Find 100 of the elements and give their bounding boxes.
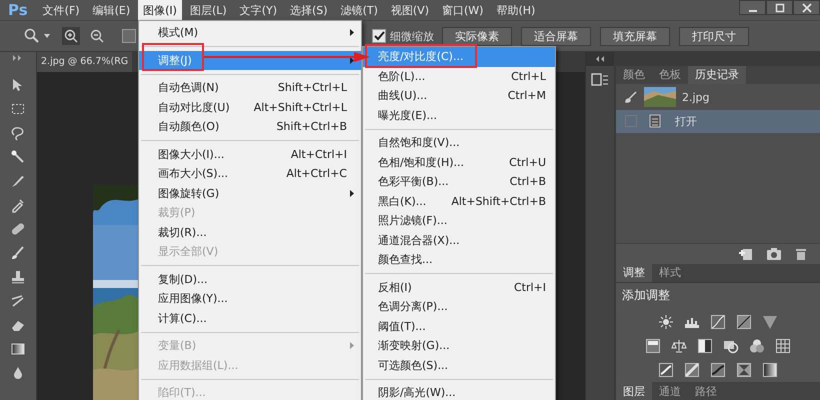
menu-item[interactable]: 可选颜色(S)... bbox=[363, 356, 555, 375]
panel-tab[interactable]: 样式 bbox=[652, 264, 688, 282]
menu-item-label: 裁剪(P) bbox=[158, 205, 196, 220]
menu-item[interactable]: 文字(Y) bbox=[234, 0, 282, 20]
close-button[interactable] bbox=[793, 0, 820, 15]
zoom-in-button[interactable] bbox=[62, 27, 80, 45]
menu-item[interactable]: 选择(S) bbox=[285, 0, 333, 20]
zoom-icon[interactable] bbox=[24, 28, 40, 44]
option-button[interactable]: 适合屏幕 bbox=[521, 26, 591, 46]
shortcut-label: Alt+Shift+Ctrl+B bbox=[451, 194, 546, 208]
marquee-icon[interactable] bbox=[10, 101, 26, 117]
caret-icon[interactable] bbox=[44, 34, 50, 38]
menu-item[interactable]: 窗口(W) bbox=[437, 0, 488, 20]
menu-item[interactable]: 通道混合器(X)... bbox=[363, 230, 555, 250]
sun-icon[interactable] bbox=[658, 314, 674, 330]
gradient-square-icon[interactable] bbox=[762, 362, 778, 378]
history-item[interactable]: 打开 bbox=[616, 110, 820, 133]
brush-icon[interactable] bbox=[10, 245, 26, 261]
menu-item[interactable]: 画布大小(S)... Alt+Ctrl+C bbox=[139, 164, 361, 184]
history-item[interactable]: 2.jpg bbox=[616, 86, 820, 109]
circles-icon[interactable] bbox=[749, 338, 765, 354]
history-icon[interactable] bbox=[591, 72, 609, 88]
eyedropper-icon[interactable] bbox=[10, 197, 26, 213]
menu-item[interactable]: 裁切(R)... bbox=[139, 222, 361, 242]
menu-item[interactable]: 色相/饱和度(H)... Ctrl+U bbox=[363, 152, 555, 172]
menu-item-label: 显示全部(V) bbox=[158, 244, 218, 260]
menu-item[interactable]: 编辑(E) bbox=[88, 0, 136, 20]
scales-icon[interactable] bbox=[671, 338, 687, 354]
exposure-icon[interactable] bbox=[736, 314, 752, 330]
diagonal-square-icon[interactable] bbox=[710, 362, 726, 378]
menu-item[interactable]: 照片滤镜(F)... bbox=[363, 211, 555, 230]
expand-icon[interactable] bbox=[13, 55, 23, 61]
menu-item[interactable]: 亮度/对比度(C)... bbox=[363, 47, 555, 66]
menu-item[interactable]: 视图(V) bbox=[386, 0, 434, 20]
diagonal-square-icon[interactable] bbox=[684, 362, 700, 378]
menu-item-label: 计算(C)... bbox=[158, 310, 207, 326]
diagonal-square-icon[interactable] bbox=[658, 362, 674, 378]
menu-item[interactable]: 反相(I) Ctrl+I bbox=[363, 278, 555, 297]
menu-item[interactable]: 色调分离(P)... bbox=[363, 297, 555, 316]
triangle-icon[interactable] bbox=[762, 314, 778, 330]
document-tab[interactable]: 2.jpg @ 66.7%(RG bbox=[37, 52, 132, 72]
panel-tab[interactable]: 通道 bbox=[652, 382, 688, 400]
gradient-square-icon[interactable] bbox=[645, 338, 661, 354]
menu-item[interactable]: 曲线(U)... Ctrl+M bbox=[363, 86, 555, 106]
menu-item[interactable]: 自动颜色(O) Shift+Ctrl+B bbox=[139, 117, 361, 136]
menu-item[interactable]: 自然饱和度(V)... bbox=[363, 133, 555, 152]
knife-icon[interactable] bbox=[10, 173, 26, 189]
grid-icon[interactable] bbox=[775, 338, 791, 354]
menu-item[interactable]: 自动对比度(U) Alt+Shift+Ctrl+L bbox=[139, 98, 361, 117]
menu-item[interactable]: 阈值(T)... bbox=[363, 316, 555, 336]
option-button[interactable]: 打印尺寸 bbox=[679, 26, 749, 46]
menu-item[interactable]: 文件(F) bbox=[38, 0, 85, 20]
menu-item[interactable]: 应用图像(Y)... bbox=[139, 289, 361, 308]
panel-tab[interactable]: 历史记录 bbox=[688, 66, 746, 84]
option-button[interactable]: 填充屏幕 bbox=[600, 26, 670, 46]
panel-tab[interactable]: 路径 bbox=[688, 382, 724, 400]
menu-item[interactable]: 滤镜(T) bbox=[336, 0, 383, 20]
trash-icon[interactable] bbox=[794, 247, 808, 262]
panel-tab[interactable]: 调整 bbox=[616, 264, 652, 282]
magic-wand-icon[interactable] bbox=[10, 149, 26, 165]
shortcut-label: Shift+Ctrl+L bbox=[278, 81, 347, 94]
zoom-out-button[interactable] bbox=[88, 27, 106, 45]
menu-item[interactable]: 阴影/高光(W)... bbox=[363, 383, 555, 400]
menu-item[interactable]: 图像(I) bbox=[138, 0, 182, 20]
new-document-icon[interactable] bbox=[738, 247, 754, 262]
panel-tab[interactable]: 色板 bbox=[652, 66, 688, 84]
menu-item-label: 复制(D)... bbox=[158, 272, 208, 287]
hourglass-square-icon[interactable] bbox=[736, 362, 752, 378]
shortcut-label: Ctrl+B bbox=[510, 175, 546, 188]
menu-item[interactable]: 图层(L) bbox=[184, 0, 232, 20]
menu-item[interactable]: 渐变映射(G)... bbox=[363, 336, 555, 356]
curve-icon[interactable] bbox=[710, 314, 726, 330]
checkbox[interactable] bbox=[372, 29, 386, 43]
menu-item[interactable]: 颜色查找... bbox=[363, 250, 555, 270]
brush-icon bbox=[624, 90, 638, 104]
half-square-icon[interactable] bbox=[697, 338, 713, 354]
menu-item[interactable]: 图像旋转(G) bbox=[139, 184, 361, 203]
gradient-icon[interactable] bbox=[10, 341, 26, 357]
minimize-button[interactable] bbox=[739, 0, 766, 15]
menu-item[interactable]: 曝光度(E)... bbox=[363, 106, 555, 125]
menu-item[interactable]: 复制(D)... bbox=[139, 270, 361, 289]
stamp-icon[interactable] bbox=[10, 269, 26, 285]
menu-item[interactable]: 帮助(H) bbox=[491, 0, 540, 20]
menu-item[interactable]: 色彩平衡(B)... Ctrl+B bbox=[363, 172, 555, 192]
menu-item-label: 色调分离(P)... bbox=[378, 299, 448, 314]
option-button[interactable]: 实际像素 bbox=[442, 26, 512, 46]
menu-item[interactable]: 色阶(L)... Ctrl+L bbox=[363, 66, 555, 86]
lasso-icon[interactable] bbox=[10, 125, 26, 141]
panel-tab[interactable]: 颜色 bbox=[616, 66, 652, 84]
menu-item-label: 渐变映射(G)... bbox=[378, 338, 450, 354]
menu-item[interactable]: 模式(M) bbox=[139, 23, 361, 42]
menu-item[interactable]: 计算(C)... bbox=[139, 308, 361, 328]
checkbox[interactable] bbox=[122, 29, 136, 43]
collapse-icon[interactable] bbox=[596, 56, 604, 62]
menu-item[interactable]: 自动色调(N) Shift+Ctrl+L bbox=[139, 78, 361, 98]
panel-tab[interactable]: 图层 bbox=[616, 382, 652, 400]
menu-item[interactable]: 黑白(K)... Alt+Shift+Ctrl+B bbox=[363, 192, 555, 211]
menu-item[interactable]: 图像大小(I)... Alt+Ctrl+I bbox=[139, 144, 361, 164]
checkbox[interactable] bbox=[625, 115, 637, 128]
restore-button[interactable] bbox=[766, 0, 793, 15]
